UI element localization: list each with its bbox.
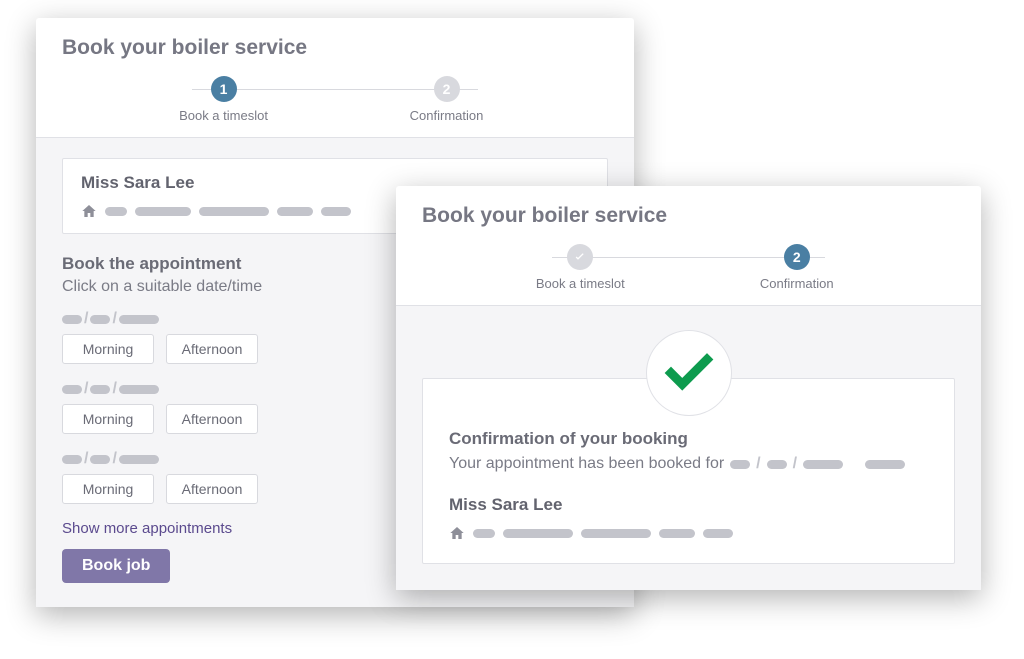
address-placeholder [659, 529, 695, 538]
slot-afternoon-button[interactable]: Afternoon [166, 474, 258, 504]
step-2: 2 Confirmation [335, 76, 558, 123]
customer-name: Miss Sara Lee [449, 495, 928, 515]
confirmation-title: Confirmation of your booking [449, 429, 928, 449]
page-title: Book your boiler service [62, 36, 608, 60]
booking-confirmation-card: Book your boiler service Book a timeslot… [396, 186, 981, 590]
address-placeholder [277, 207, 313, 216]
step-circle-2: 2 [784, 244, 810, 270]
card-header: Book your boiler service 1 Book a timesl… [36, 18, 634, 137]
address-placeholder [135, 207, 191, 216]
step-circle-1: 1 [211, 76, 237, 102]
page-title: Book your boiler service [422, 204, 955, 228]
address-row [449, 525, 928, 541]
checkmark-icon [662, 346, 716, 400]
address-placeholder [503, 529, 573, 538]
step-1: 1 Book a timeslot [112, 76, 335, 123]
slot-morning-button[interactable]: Morning [62, 334, 154, 364]
confirmation-text-row: Your appointment has been booked for / / [449, 455, 928, 473]
show-more-link[interactable]: Show more appointments [62, 520, 232, 537]
address-placeholder [321, 207, 351, 216]
date-placeholder [803, 460, 843, 469]
check-icon [572, 249, 588, 265]
slot-morning-button[interactable]: Morning [62, 474, 154, 504]
step-2: 2 Confirmation [689, 244, 906, 291]
book-job-button[interactable]: Book job [62, 549, 170, 583]
step-circle-2: 2 [434, 76, 460, 102]
step-1: Book a timeslot [472, 244, 689, 291]
step-label-2: Confirmation [760, 276, 834, 291]
address-placeholder [199, 207, 269, 216]
stepper: Book a timeslot 2 Confirmation [422, 244, 955, 291]
address-placeholder [581, 529, 651, 538]
date-placeholder [767, 460, 787, 469]
stepper: 1 Book a timeslot 2 Confirmation [62, 76, 608, 123]
home-icon [81, 203, 97, 219]
time-placeholder [865, 460, 905, 469]
confirm-body: Confirmation of your booking Your appoin… [396, 306, 981, 590]
home-icon [449, 525, 465, 541]
date-placeholder [730, 460, 750, 469]
address-placeholder [473, 529, 495, 538]
slot-afternoon-button[interactable]: Afternoon [166, 404, 258, 434]
card-header: Book your boiler service Book a timeslot… [396, 186, 981, 305]
address-placeholder [703, 529, 733, 538]
confirmation-text: Your appointment has been booked for [449, 455, 724, 473]
step-label-1: Book a timeslot [179, 108, 268, 123]
step-circle-done [567, 244, 593, 270]
success-check-circle [646, 330, 732, 416]
address-placeholder [105, 207, 127, 216]
slot-morning-button[interactable]: Morning [62, 404, 154, 434]
step-label-2: Confirmation [410, 108, 484, 123]
slot-afternoon-button[interactable]: Afternoon [166, 334, 258, 364]
step-label-1: Book a timeslot [536, 276, 625, 291]
